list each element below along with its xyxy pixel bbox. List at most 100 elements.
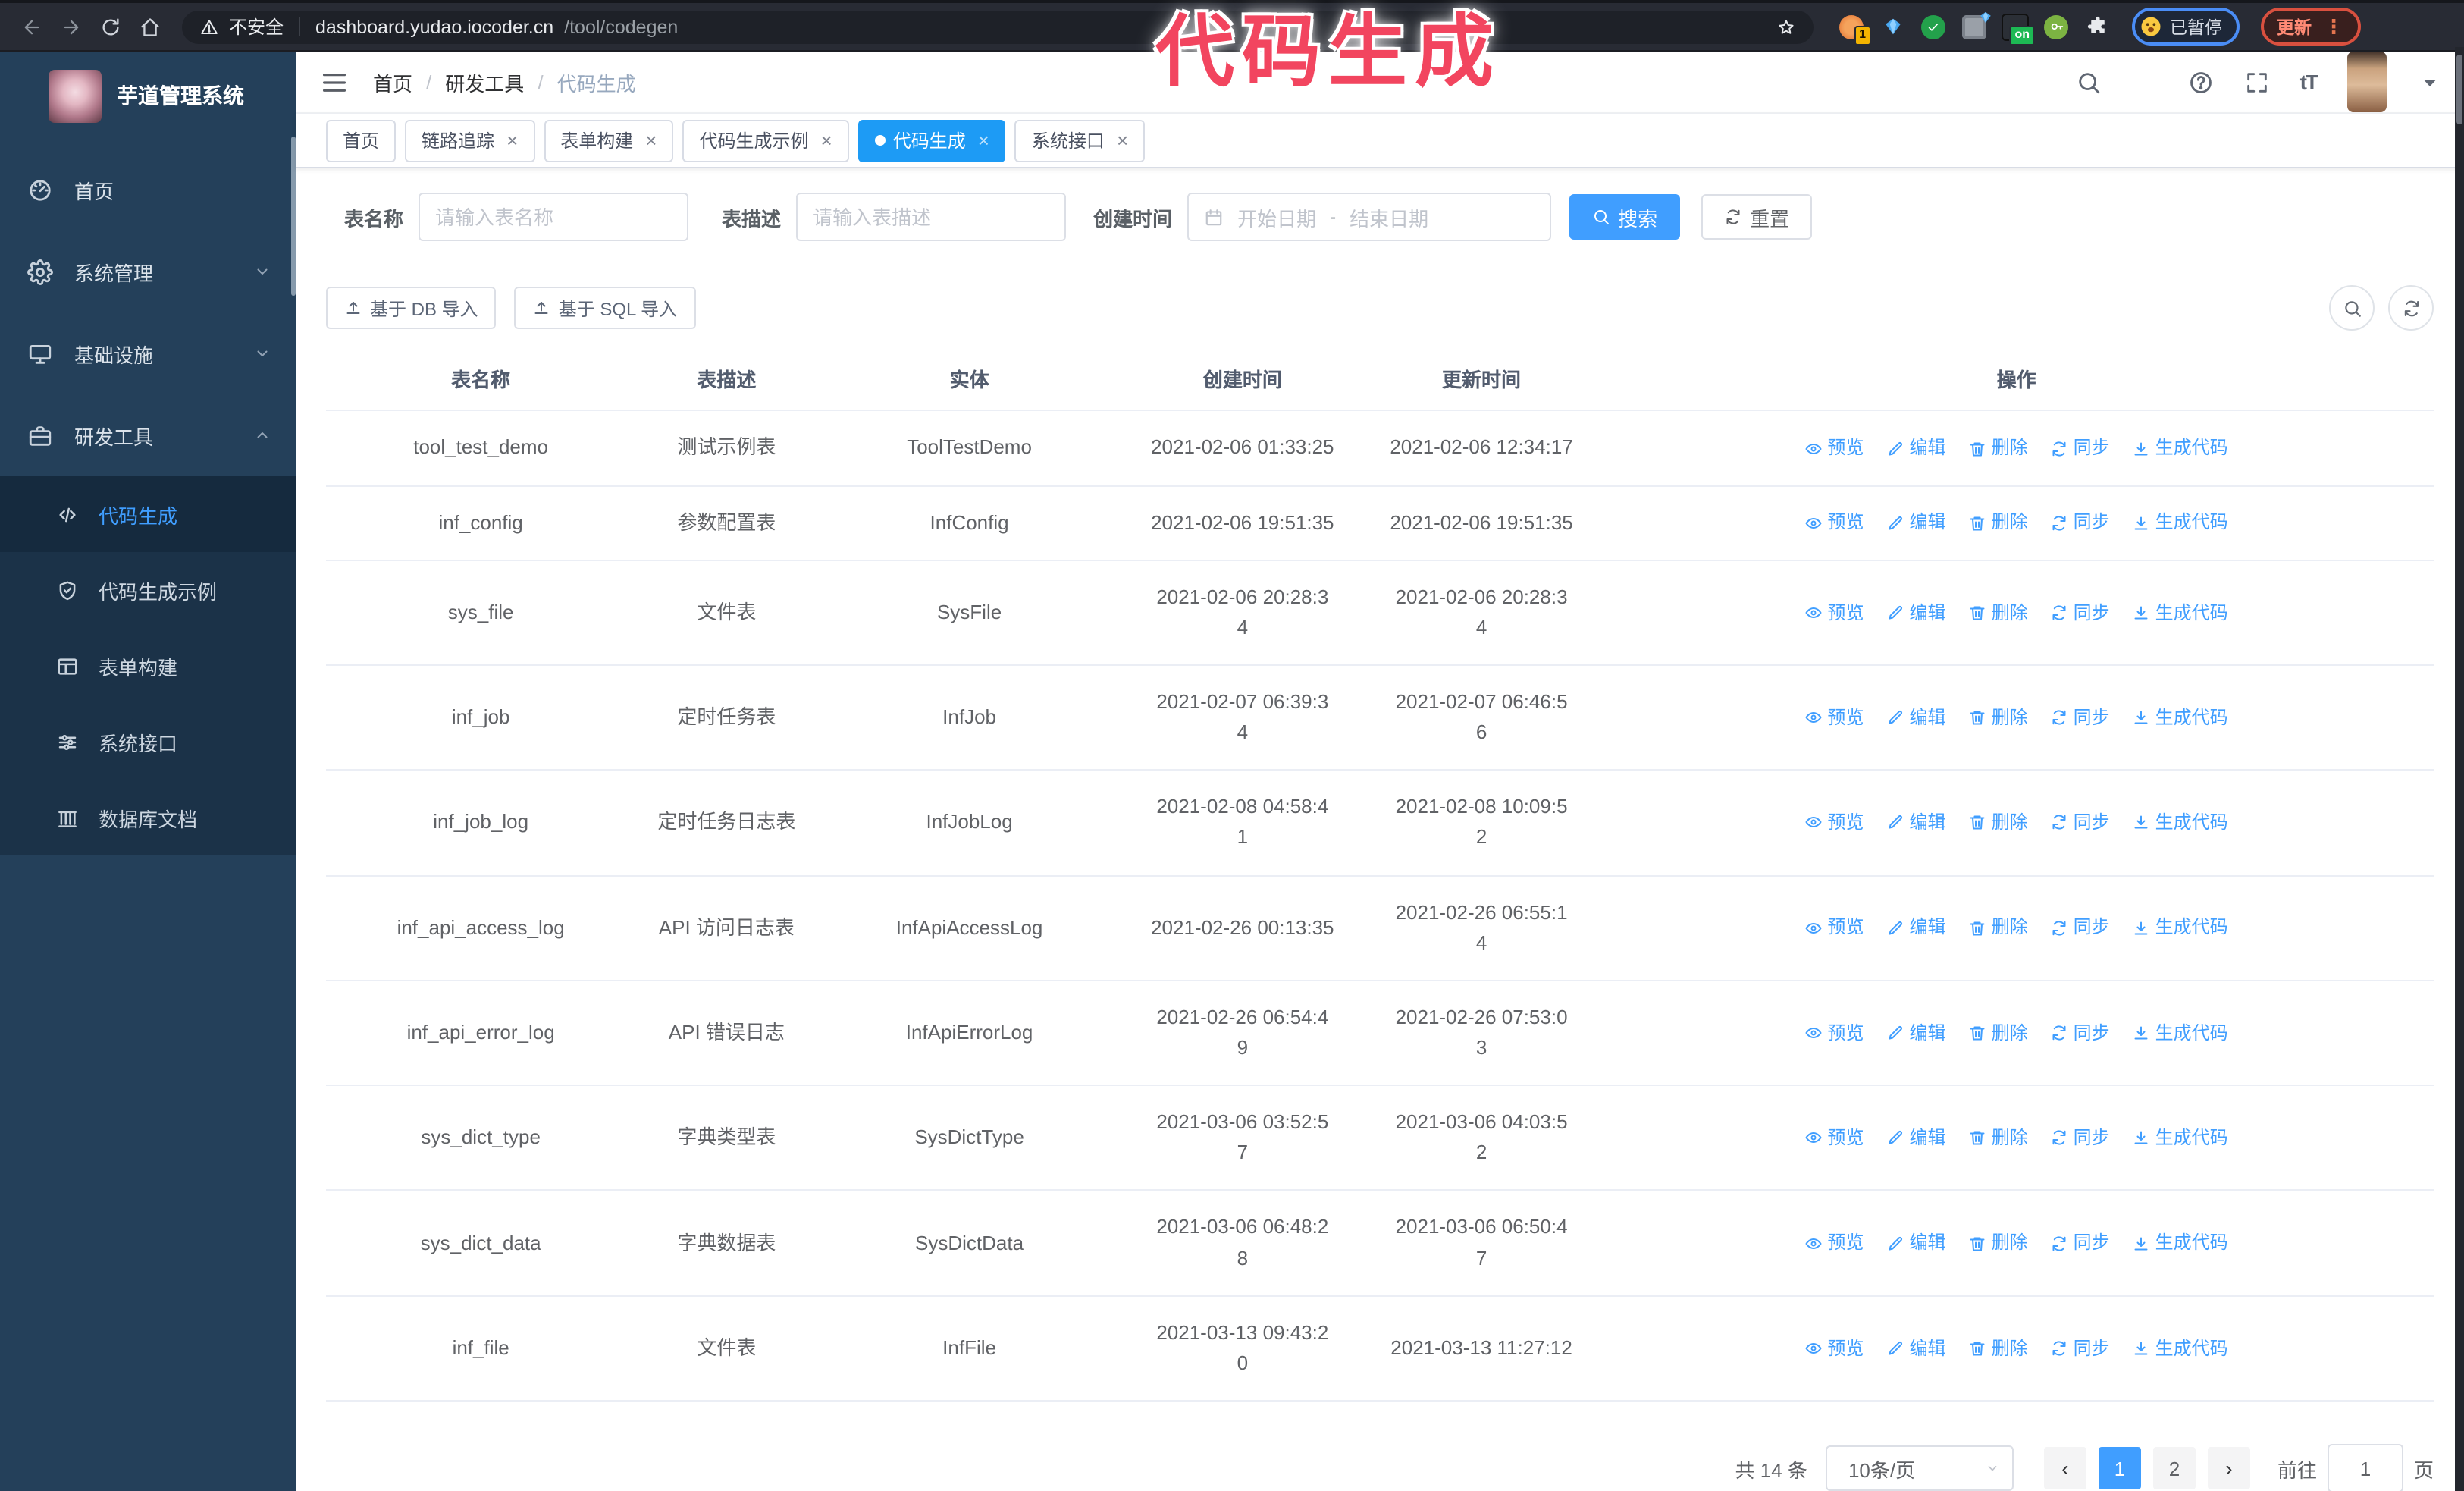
action-preview-link[interactable]: 预览 <box>1805 1019 1864 1047</box>
tab-close-icon[interactable]: × <box>645 130 657 150</box>
action-delete-link[interactable]: 删除 <box>1969 914 2028 942</box>
action-generate-link[interactable]: 生成代码 <box>2133 704 2228 732</box>
action-preview-link[interactable]: 预览 <box>1805 704 1864 732</box>
table-name-input[interactable] <box>419 193 689 242</box>
action-preview-link[interactable]: 预览 <box>1805 1229 1864 1257</box>
extension-orange-icon[interactable]: 1 <box>1838 13 1871 45</box>
action-sync-link[interactable]: 同步 <box>2051 1124 2110 1152</box>
action-preview-link[interactable]: 预览 <box>1805 598 1864 626</box>
action-sync-link[interactable]: 同步 <box>2051 914 2110 942</box>
action-generate-link[interactable]: 生成代码 <box>2133 1334 2228 1362</box>
action-delete-link[interactable]: 删除 <box>1969 509 2028 537</box>
import-sql-button[interactable]: 基于 SQL 导入 <box>514 287 696 330</box>
action-edit-link[interactable]: 编辑 <box>1887 434 1946 462</box>
hamburger-icon[interactable] <box>320 67 349 96</box>
sidebar-item-monitor[interactable]: 基础设施 <box>0 312 296 394</box>
extension-key-icon[interactable] <box>2042 13 2070 40</box>
action-sync-link[interactable]: 同步 <box>2051 1229 2110 1257</box>
extensions-puzzle-icon[interactable] <box>2083 13 2111 40</box>
sidebar-item-gear[interactable]: 系统管理 <box>0 231 296 312</box>
tab-item[interactable]: 代码生成示例 × <box>682 119 849 162</box>
action-preview-link[interactable]: 预览 <box>1805 434 1864 462</box>
help-icon[interactable] <box>2188 69 2214 95</box>
font-size-icon[interactable]: tT <box>2300 70 2318 94</box>
submenu-item-shield[interactable]: 代码生成示例 <box>0 552 296 628</box>
submenu-item-code[interactable]: 代码生成 <box>0 476 296 552</box>
action-preview-link[interactable]: 预览 <box>1805 914 1864 942</box>
search-button[interactable]: 搜索 <box>1569 194 1681 240</box>
browser-home-button[interactable] <box>133 10 167 43</box>
tab-item[interactable]: 表单构建 × <box>544 119 674 162</box>
page-size-select[interactable]: 10条/页 <box>1825 1445 2014 1491</box>
action-delete-link[interactable]: 删除 <box>1969 434 2028 462</box>
toggle-search-button[interactable] <box>2329 285 2375 331</box>
action-preview-link[interactable]: 预览 <box>1805 509 1864 537</box>
header-search-icon[interactable] <box>2076 69 2102 95</box>
extension-grid-icon[interactable] <box>1961 11 1991 40</box>
action-sync-link[interactable]: 同步 <box>2051 434 2110 462</box>
action-edit-link[interactable]: 编辑 <box>1887 598 1946 626</box>
action-preview-link[interactable]: 预览 <box>1805 1124 1864 1152</box>
table-desc-input[interactable] <box>796 193 1067 242</box>
action-generate-link[interactable]: 生成代码 <box>2133 1019 2228 1047</box>
next-page-button[interactable]: › <box>2207 1447 2250 1489</box>
page-scrollbar-thumb[interactable] <box>2456 55 2462 124</box>
action-delete-link[interactable]: 删除 <box>1969 1019 2028 1047</box>
address-bar[interactable]: 不安全 dashboard.yudao.iocoder.cn/tool/code… <box>182 10 1814 43</box>
extension-dark-icon[interactable]: on <box>2002 13 2035 45</box>
sidebar-item-dashboard[interactable]: 首页 <box>0 149 296 231</box>
action-delete-link[interactable]: 删除 <box>1969 598 2028 626</box>
page-button[interactable]: 1 <box>2098 1447 2141 1489</box>
action-edit-link[interactable]: 编辑 <box>1887 1229 1946 1257</box>
action-generate-link[interactable]: 生成代码 <box>2133 808 2228 837</box>
tab-close-icon[interactable]: × <box>506 130 518 150</box>
action-preview-link[interactable]: 预览 <box>1805 1334 1864 1362</box>
action-sync-link[interactable]: 同步 <box>2051 598 2110 626</box>
submenu-item-database[interactable]: 数据库文档 <box>0 780 296 855</box>
action-generate-link[interactable]: 生成代码 <box>2133 914 2228 942</box>
prev-page-button[interactable]: ‹ <box>2043 1447 2086 1489</box>
action-generate-link[interactable]: 生成代码 <box>2133 1229 2228 1257</box>
breadcrumb-item[interactable]: 首页 <box>373 67 412 96</box>
action-generate-link[interactable]: 生成代码 <box>2133 509 2228 537</box>
refresh-table-button[interactable] <box>2388 285 2434 331</box>
browser-forward-button[interactable] <box>55 10 88 43</box>
action-delete-link[interactable]: 删除 <box>1969 1334 2028 1362</box>
action-sync-link[interactable]: 同步 <box>2051 1019 2110 1047</box>
user-avatar[interactable] <box>2347 52 2387 112</box>
tab-close-icon[interactable]: × <box>978 130 989 150</box>
action-edit-link[interactable]: 编辑 <box>1887 1334 1946 1362</box>
action-sync-link[interactable]: 同步 <box>2051 1334 2110 1362</box>
page-button[interactable]: 2 <box>2152 1447 2196 1489</box>
tab-active[interactable]: 代码生成 × <box>857 119 1006 162</box>
action-edit-link[interactable]: 编辑 <box>1887 1124 1946 1152</box>
action-preview-link[interactable]: 预览 <box>1805 808 1864 837</box>
kebab-menu-icon[interactable]: ⋮ <box>2324 17 2343 36</box>
avatar-caret-down-icon[interactable] <box>2417 69 2443 95</box>
action-delete-link[interactable]: 删除 <box>1969 1229 2028 1257</box>
tab-item[interactable]: 链路追踪 × <box>405 119 535 162</box>
app-logo-row[interactable]: 芋道管理系统 <box>0 52 296 140</box>
browser-update-button[interactable]: 更新 ⋮ <box>2260 8 2360 46</box>
tab-item[interactable]: 首页 <box>326 119 397 162</box>
breadcrumb-item[interactable]: 研发工具 <box>445 67 524 96</box>
import-db-button[interactable]: 基于 DB 导入 <box>326 287 497 330</box>
date-range-picker[interactable]: 开始日期 - 结束日期 <box>1187 193 1552 242</box>
action-delete-link[interactable]: 删除 <box>1969 704 2028 732</box>
action-edit-link[interactable]: 编辑 <box>1887 808 1946 837</box>
browser-reload-button[interactable] <box>94 10 127 43</box>
submenu-item-sliders[interactable]: 系统接口 <box>0 704 296 780</box>
tab-close-icon[interactable]: × <box>821 130 832 150</box>
fullscreen-icon[interactable] <box>2244 69 2270 95</box>
action-sync-link[interactable]: 同步 <box>2051 509 2110 537</box>
action-generate-link[interactable]: 生成代码 <box>2133 598 2228 626</box>
action-delete-link[interactable]: 删除 <box>1969 808 2028 837</box>
goto-page-input[interactable] <box>2327 1444 2403 1491</box>
action-edit-link[interactable]: 编辑 <box>1887 914 1946 942</box>
browser-profile-button[interactable]: 已暂停 <box>2132 8 2239 46</box>
tab-close-icon[interactable]: × <box>1117 130 1128 150</box>
extension-gem-icon[interactable] <box>1879 13 1906 40</box>
sidebar-item-toolbox[interactable]: 研发工具 <box>0 394 296 476</box>
action-sync-link[interactable]: 同步 <box>2051 704 2110 732</box>
action-edit-link[interactable]: 编辑 <box>1887 509 1946 537</box>
